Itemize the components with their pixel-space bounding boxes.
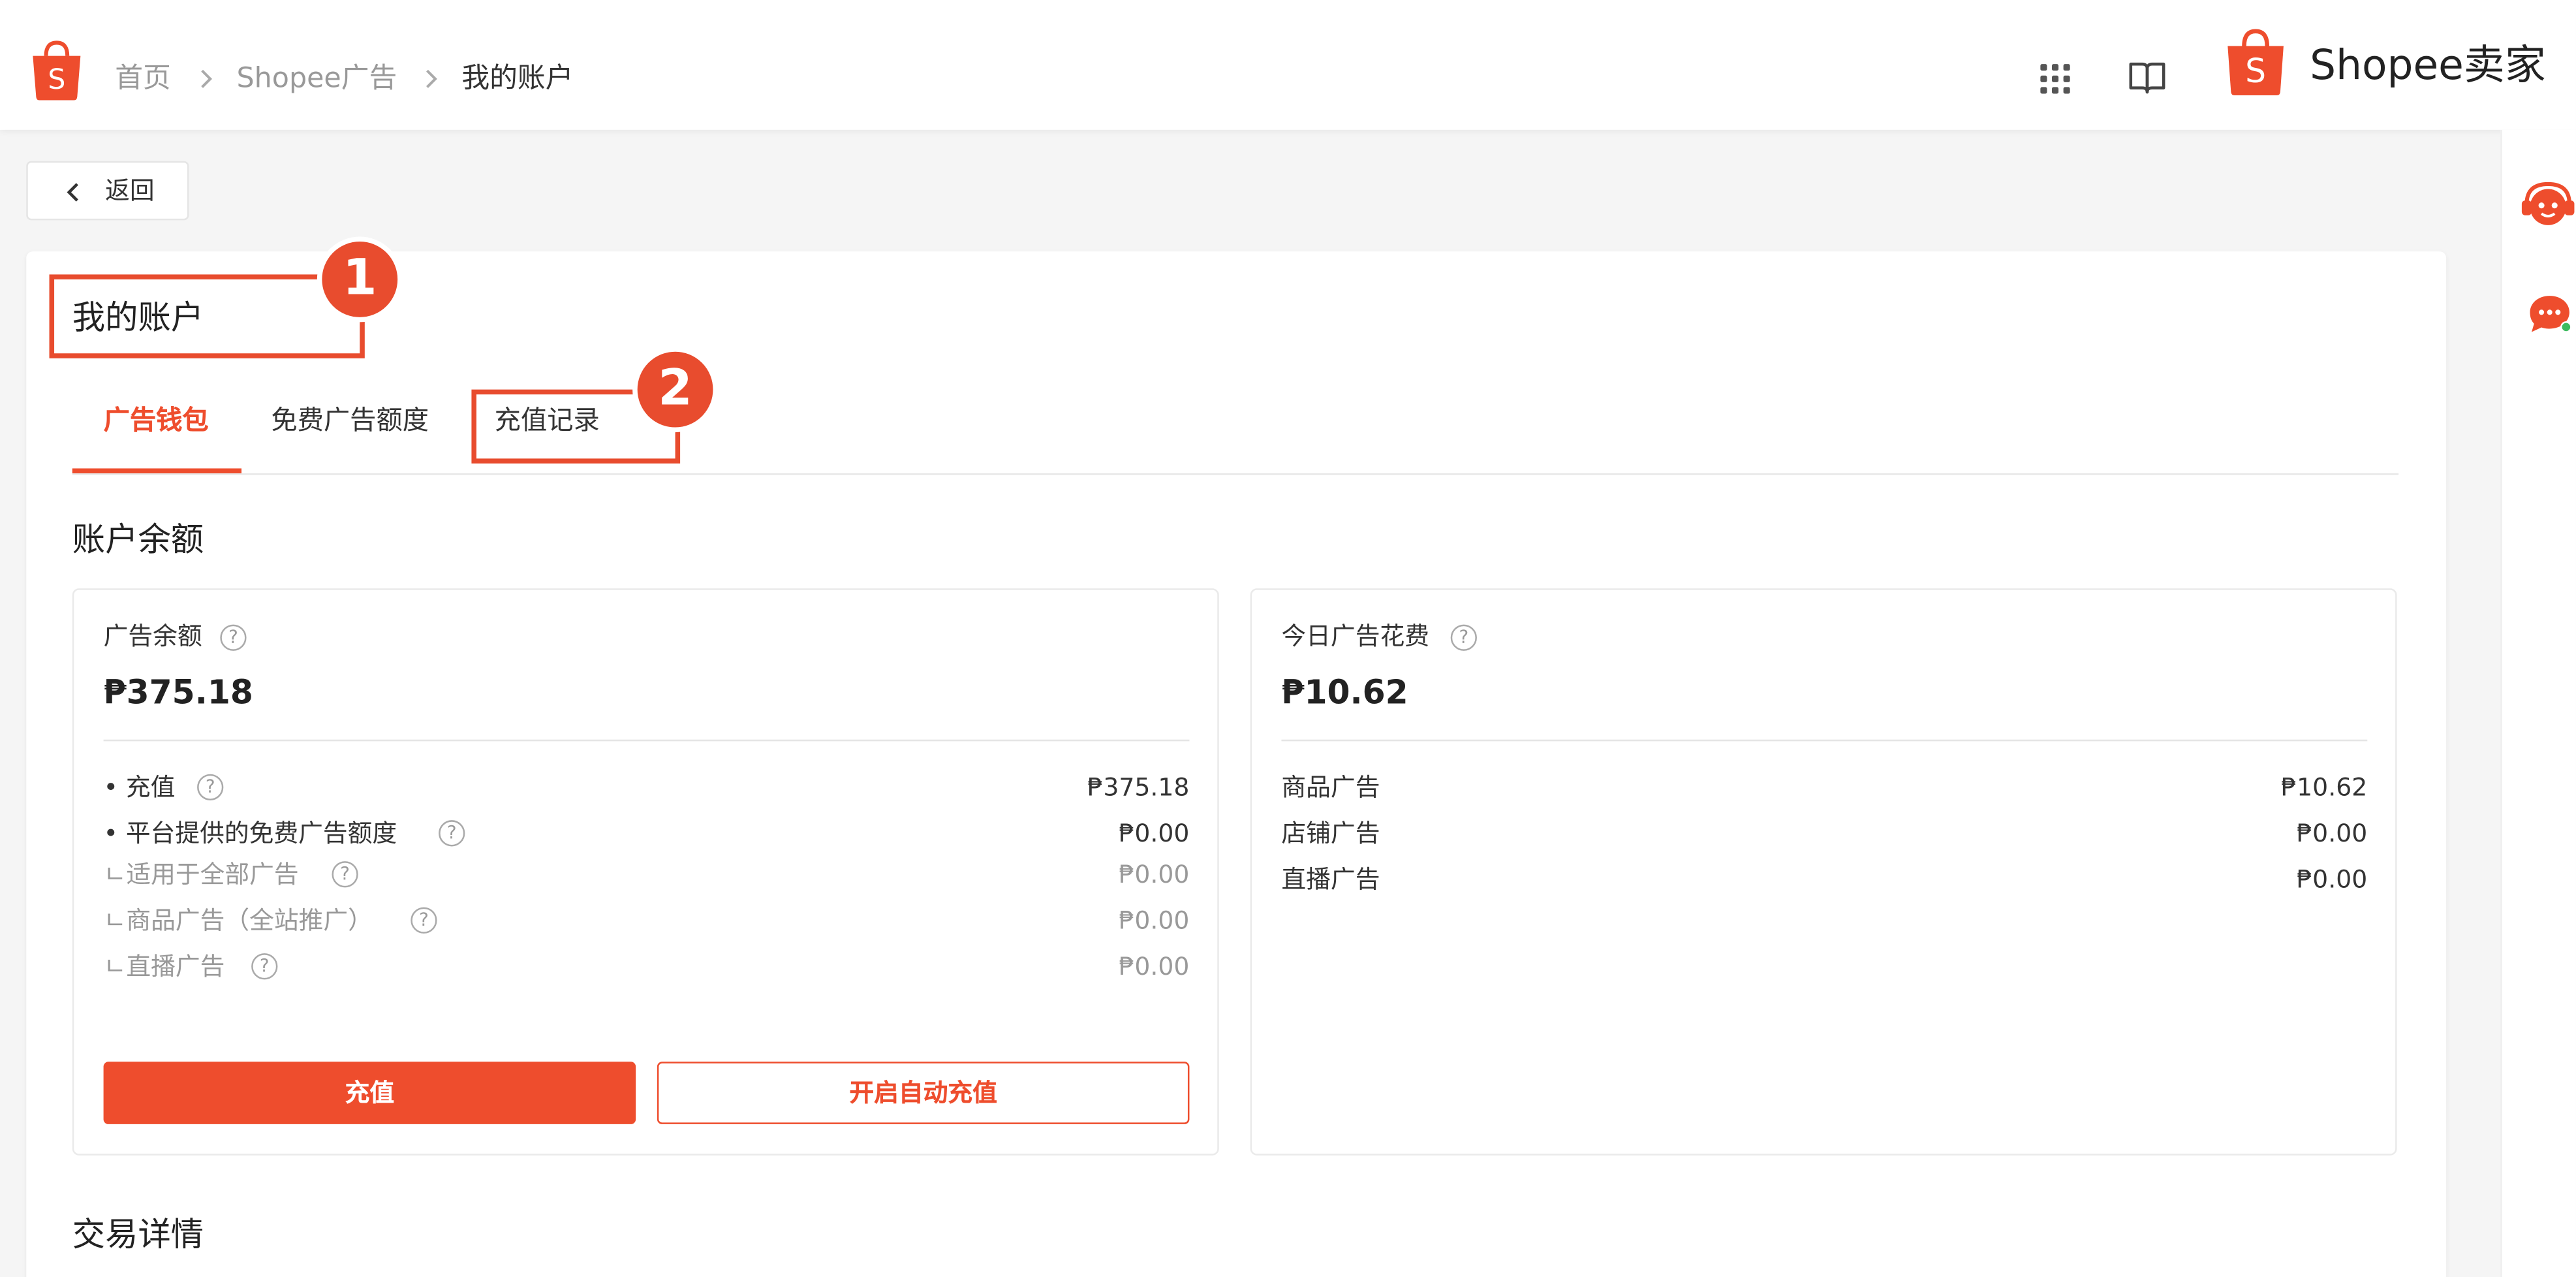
- help-icon[interactable]: ?: [411, 907, 437, 934]
- help-icon[interactable]: ?: [251, 953, 278, 980]
- help-icon[interactable]: ?: [1450, 624, 1477, 651]
- shopee-seller-logo-icon[interactable]: S: [2224, 28, 2287, 97]
- breadcrumb-home[interactable]: 首页: [115, 59, 171, 99]
- transactions-section-title: 交易详情: [72, 1214, 204, 1254]
- balance-row-topup: • 充值 ? ₱375.18: [104, 769, 1190, 805]
- row-label: 直播广告: [1281, 864, 1380, 894]
- chevron-right-icon: [426, 69, 437, 88]
- spend-row-live-ads: 直播广告 ₱0.00: [1281, 861, 2367, 897]
- row-value: ₱0.00: [1119, 906, 1190, 936]
- row-value: ₱10.62: [2281, 772, 2368, 802]
- chevron-left-icon: [67, 183, 78, 202]
- row-label: ㄴ直播广告: [103, 951, 225, 981]
- account-card: 我的账户 1 广告钱包 免费广告额度 充值记录 2 账户余额 广告余额 ? ₱3…: [26, 236, 2447, 1277]
- divider: [1281, 739, 2368, 742]
- row-value: ₱0.00: [1119, 951, 1190, 981]
- chat-icon[interactable]: [2526, 292, 2572, 335]
- spend-row-shop-ads: 店铺广告 ₱0.00: [1281, 815, 2367, 851]
- row-value: ₱0.00: [1119, 859, 1190, 889]
- annotation-badge-1: 1: [317, 236, 403, 323]
- book-icon[interactable]: [2128, 59, 2167, 95]
- help-icon[interactable]: ?: [197, 774, 224, 800]
- breadcrumb-ads[interactable]: Shopee广告: [236, 59, 397, 99]
- active-tab-indicator: [72, 468, 242, 474]
- ad-balance-panel: 广告余额 ? ₱375.18 • 充值 ? ₱375.18 • 平台提供的免费广…: [72, 588, 1219, 1156]
- breadcrumb-current: 我的账户: [461, 62, 574, 96]
- tab-ad-wallet[interactable]: 广告钱包: [104, 403, 209, 439]
- balance-row-all-ads: ㄴ适用于全部广告 ? ₱0.00: [104, 857, 1190, 892]
- tab-free-ad-credit[interactable]: 免费广告额度: [271, 403, 429, 439]
- divider: [103, 739, 1190, 742]
- auto-topup-button[interactable]: 开启自动充值: [657, 1062, 1190, 1124]
- today-spend-amount: ₱10.62: [1281, 672, 1408, 712]
- page-root: S 首页 Shopee广告 我的账户 S Shopee卖家 返回 我的账户 1 …: [0, 0, 2576, 1277]
- row-value: ₱0.00: [2297, 864, 2368, 894]
- row-label: 店铺广告: [1281, 818, 1380, 848]
- help-icon[interactable]: ?: [332, 861, 358, 888]
- annotation-badge-2: 2: [632, 347, 719, 433]
- today-spend-panel: 今日广告花费 ? ₱10.62 商品广告 ₱10.62 店铺广告 ₱0.00 直…: [1250, 588, 2397, 1156]
- ad-balance-label: 广告余额: [103, 621, 202, 651]
- row-value: ₱375.18: [1087, 772, 1190, 802]
- svg-text:S: S: [2245, 52, 2266, 90]
- apps-grid-icon[interactable]: [2037, 61, 2073, 97]
- customer-service-robot-icon[interactable]: [2520, 179, 2576, 232]
- tabs-divider: [72, 473, 2399, 475]
- balance-section-title: 账户余额: [72, 519, 204, 559]
- today-spend-label: 今日广告花费: [1281, 621, 1430, 651]
- spend-row-product-ads: 商品广告 ₱10.62: [1281, 769, 2367, 805]
- topup-button[interactable]: 充值: [103, 1062, 636, 1124]
- row-label: 商品广告: [1281, 772, 1380, 802]
- row-label: • 平台提供的免费广告额度: [103, 818, 397, 848]
- balance-row-product-ads: ㄴ商品广告（全站推广） ? ₱0.00: [104, 902, 1190, 938]
- help-icon[interactable]: ?: [439, 820, 465, 847]
- back-button-label: 返回: [105, 176, 155, 206]
- row-value: ₱0.00: [2297, 818, 2368, 848]
- chevron-right-icon: [201, 69, 213, 88]
- balance-row-free-credit: • 平台提供的免费广告额度 ? ₱0.00: [104, 815, 1190, 851]
- svg-text:S: S: [48, 63, 65, 96]
- side-rail: [2500, 129, 2576, 1277]
- row-label: • 充值: [103, 772, 176, 802]
- balance-row-live-ads: ㄴ直播广告 ? ₱0.00: [104, 949, 1190, 985]
- ad-balance-amount: ₱375.18: [103, 672, 253, 712]
- top-bar: S 首页 Shopee广告 我的账户 S Shopee卖家: [0, 0, 2576, 130]
- row-label: ㄴ适用于全部广告: [103, 859, 299, 889]
- brand-name: Shopee卖家: [2310, 40, 2546, 89]
- shopee-logo-icon[interactable]: S: [29, 39, 84, 102]
- help-icon[interactable]: ?: [220, 624, 247, 651]
- row-label: ㄴ商品广告（全站推广）: [103, 906, 373, 936]
- back-button[interactable]: 返回: [26, 161, 189, 221]
- row-value: ₱0.00: [1119, 818, 1190, 848]
